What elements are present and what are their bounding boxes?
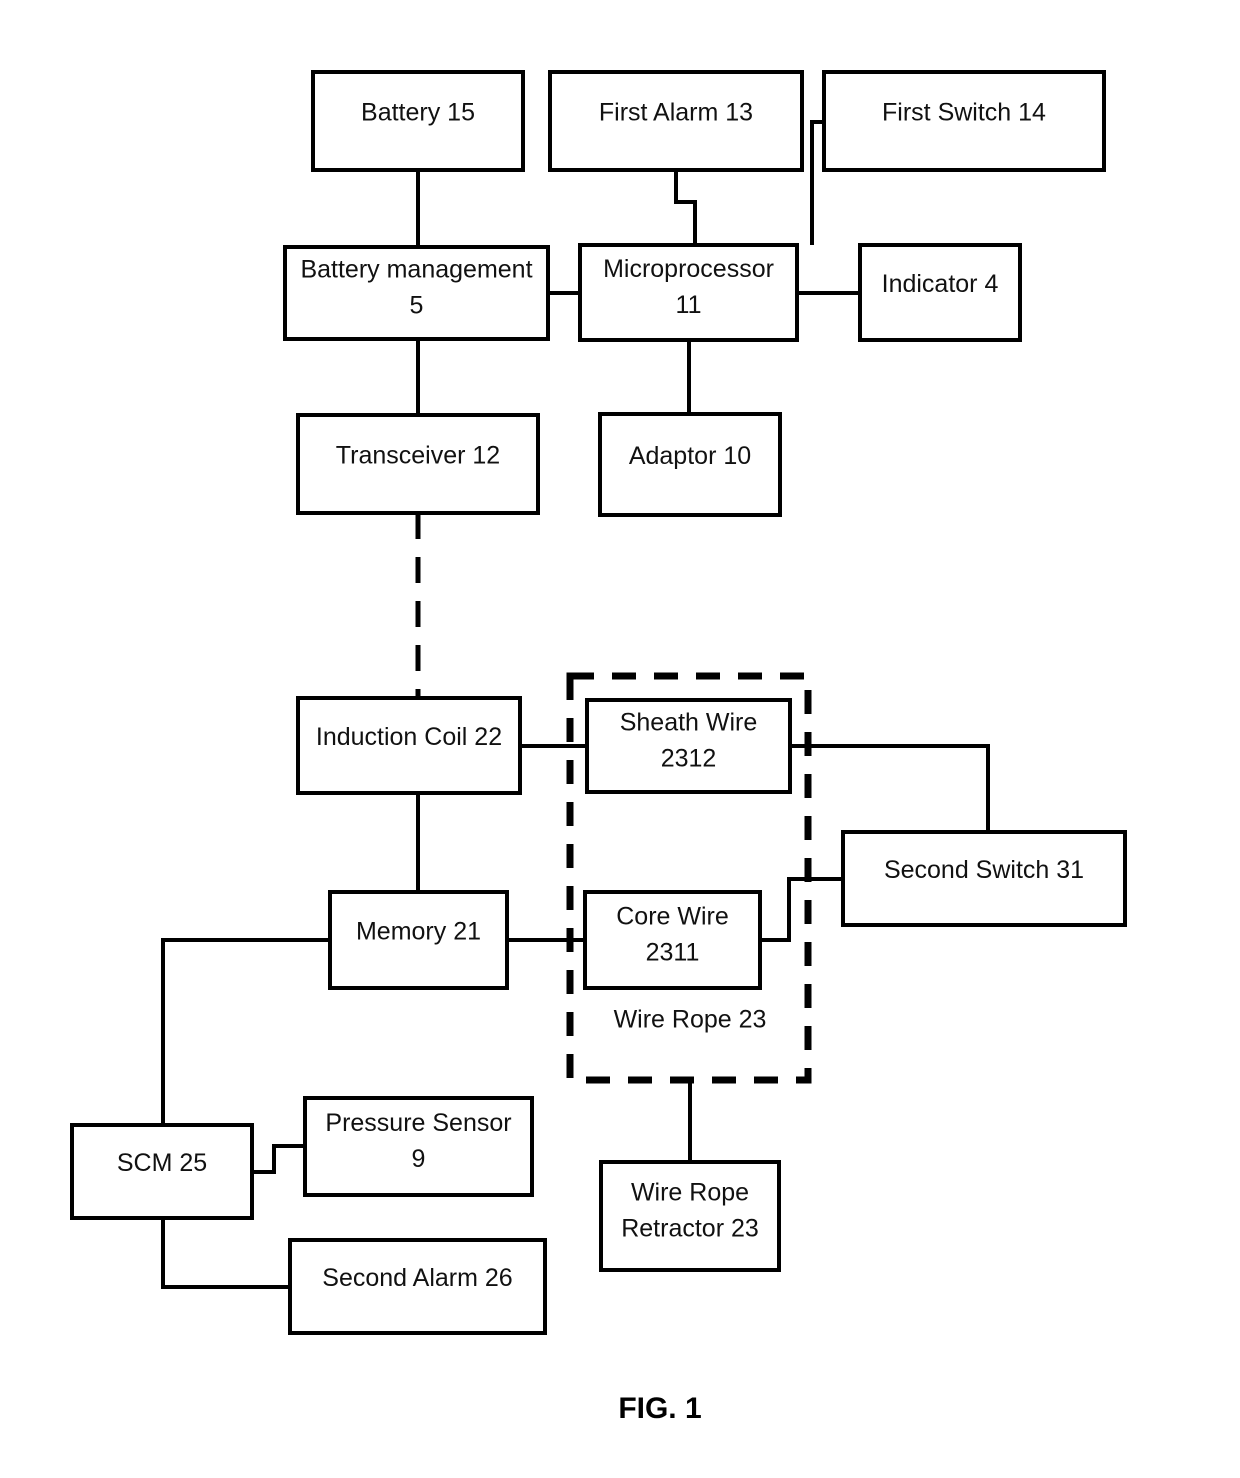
induction-coil-22-box: Induction Coil 22: [296, 696, 522, 795]
core-wire-2311-box-label-line-1: Core Wire: [616, 903, 729, 931]
first-switch-14-box: First Switch 14: [822, 70, 1106, 172]
memory-21-box-label-line-1: Memory 21: [356, 918, 481, 946]
sheath-wire-2312-box-label-line-2: 2312: [661, 745, 717, 773]
sheath-wire-2312-box: Sheath Wire 2312: [585, 698, 792, 794]
pressure-sensor-9-box-label-line-2: 9: [412, 1145, 426, 1173]
wire-rope-23-group-label: Wire Rope 23: [614, 1006, 767, 1034]
scm-25-box-label-line-1: SCM 25: [117, 1149, 207, 1177]
microprocessor-11-box-label-line-2: 11: [676, 291, 702, 319]
second-alarm-26-box-label-line-1: Second Alarm 26: [322, 1264, 512, 1292]
adaptor-10-box-label-line-1: Adaptor 10: [629, 442, 751, 470]
adaptor-10-box: Adaptor 10: [598, 412, 782, 517]
second-alarm-26-box: Second Alarm 26: [288, 1238, 547, 1335]
battery-15-box-label-line-1: Battery 15: [361, 99, 475, 127]
transceiver-12-box: Transceiver 12: [296, 413, 540, 515]
connector-sheath-wire-to-second-switch: [790, 744, 990, 832]
pressure-sensor-9-box: Pressure Sensor 9: [303, 1096, 534, 1197]
block-diagram-canvas: Wire Rope 23 Battery 15 First Alarm 13 Fir…: [70, 70, 1127, 1425]
figure-caption: FIG. 1: [618, 1392, 701, 1425]
first-alarm-13-box: First Alarm 13: [548, 70, 804, 172]
core-wire-2311-box: Core Wire 2311: [583, 890, 762, 990]
second-switch-31-box-label-line-1: Second Switch 31: [884, 856, 1084, 884]
pressure-sensor-9-box-label-line-1: Pressure Sensor: [325, 1109, 511, 1137]
patent-figure-root: Wire Rope 23 Battery 15 First Alarm 13 Fir…: [0, 0, 1240, 1478]
induction-coil-22-box-label-line-1: Induction Coil 22: [316, 723, 502, 751]
battery-management-5-box-label-line-1: Battery management: [300, 256, 532, 284]
memory-21-box: Memory 21: [328, 890, 509, 990]
sheath-wire-2312-box-label-line-1: Sheath Wire: [620, 709, 758, 737]
connector-first-alarm-to-microprocessor: [674, 170, 697, 245]
indicator-4-box: Indicator 4: [858, 243, 1022, 342]
microprocessor-11-box-label-line-1: Microprocessor: [603, 255, 774, 283]
transceiver-12-box-label-line-1: Transceiver 12: [336, 442, 500, 470]
first-alarm-13-box-label-line-1: First Alarm 13: [599, 99, 753, 127]
battery-management-5-box: Battery management 5: [283, 245, 550, 341]
indicator-4-box-label-line-1: Indicator 4: [882, 270, 999, 298]
connector-scm-to-pressure-sensor: [252, 1144, 305, 1174]
battery-management-5-box-label-line-2: 5: [410, 292, 424, 320]
connector-core-wire-to-second-switch: [760, 877, 843, 942]
wire-rope-retractor-23-box-label-line-1: Wire Rope: [631, 1179, 749, 1207]
microprocessor-11-box: Microprocessor 11: [578, 243, 799, 342]
wire-rope-retractor-23-box-label-line-2: Retractor 23: [621, 1215, 759, 1243]
blocks-layer: Battery 15 First Alarm 13 First Switch 14 B…: [70, 70, 1127, 1335]
wire-rope-retractor-23-box: Wire Rope Retractor 23: [599, 1160, 781, 1272]
battery-15-box: Battery 15: [311, 70, 525, 172]
scm-25-box: SCM 25: [70, 1123, 254, 1220]
first-switch-14-box-label-line-1: First Switch 14: [882, 99, 1046, 127]
connector-scm-to-second-alarm: [161, 1218, 290, 1289]
second-switch-31-box: Second Switch 31: [841, 830, 1127, 927]
core-wire-2311-box-label-line-2: 2311: [646, 939, 700, 967]
